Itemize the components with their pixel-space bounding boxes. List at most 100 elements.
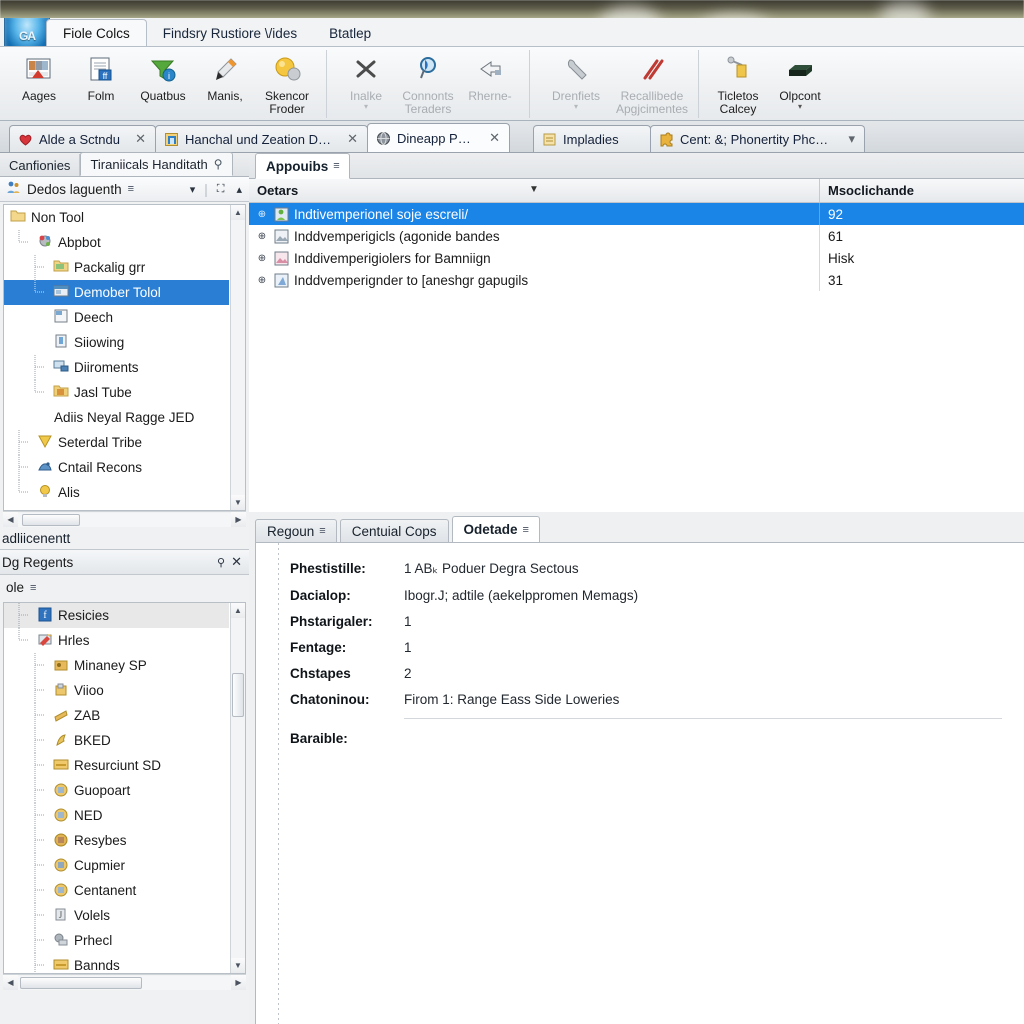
- table-row[interactable]: ⊕ Inddivemperigiolers for Bamniign Hisk: [249, 247, 1024, 269]
- sub-tree-item-bked[interactable]: BKED: [4, 728, 229, 753]
- tree-item-diiroments[interactable]: Diiroments: [4, 355, 229, 380]
- table-row[interactable]: ⊕ Inddvemperignder to [aneshgr gapugils …: [249, 269, 1024, 291]
- ribbon-tab-btatlep[interactable]: Btatlep: [313, 20, 387, 47]
- tree-item-siiowing[interactable]: Siiowing: [4, 330, 229, 355]
- scroll-right-arrow-icon[interactable]: ▶: [231, 975, 246, 990]
- chevron-down-icon[interactable]: ▾: [846, 131, 855, 147]
- column-header-msoclichande[interactable]: Msoclichande: [819, 179, 1024, 202]
- table-row[interactable]: ⊕ Inddvemperigicls (agonide bandes 61: [249, 225, 1024, 247]
- document-tab-cent-phonertity[interactable]: Cent: &; Phonertity Phcentun ▾: [650, 125, 865, 152]
- sub-tree-item-guopoart[interactable]: Guopoart: [4, 778, 229, 803]
- hamburger-icon[interactable]: ≡: [128, 183, 135, 195]
- close-icon[interactable]: ✕: [133, 131, 146, 147]
- sub-tree-item-hrles[interactable]: Hrles: [4, 628, 229, 653]
- scroll-down-arrow-icon[interactable]: ▼: [231, 958, 245, 973]
- ribbon-button-folm[interactable]: ff Folm: [70, 50, 132, 103]
- detail-tab-odetade[interactable]: Odetade ≡: [451, 516, 540, 542]
- sub-tree-item-centanent[interactable]: Centanent: [4, 878, 229, 903]
- ribbon-button-quatbus[interactable]: i Quatbus: [132, 50, 194, 103]
- document-tab-impladies[interactable]: Impladies: [533, 125, 651, 152]
- detail-tab-centuial-cops[interactable]: Centuial Cops: [339, 519, 449, 542]
- sub-tree-item-volels[interactable]: J Volels: [4, 903, 229, 928]
- ribbon-button-drenfiets[interactable]: Drenfiets ▾: [538, 50, 614, 111]
- ribbon-button-ticletos-calcey[interactable]: Ticletos Calcey: [707, 50, 769, 116]
- tree-item-jasl-tube[interactable]: Jasl Tube: [4, 380, 229, 405]
- chevron-down-icon[interactable]: ▾: [187, 183, 199, 196]
- sub-tree-item-viioo[interactable]: Viioo: [4, 678, 229, 703]
- sub-tree-vertical-scrollbar[interactable]: ▲ ▼: [230, 603, 245, 973]
- scroll-thumb[interactable]: [232, 673, 244, 717]
- ribbon-button-recallibede-apgjcimentes[interactable]: Recallibede Apgjcimentes: [614, 50, 690, 116]
- sub-tree-item-ned[interactable]: NED: [4, 803, 229, 828]
- sub-tree-horizontal-scrollbar[interactable]: ◀ ▶: [3, 974, 246, 990]
- scroll-track[interactable]: [18, 975, 231, 990]
- pin-icon[interactable]: ⚲: [214, 556, 228, 569]
- document-tab-alde-a-sctndu[interactable]: Alde a Sctndu ✕: [9, 125, 156, 152]
- tree-item-deech[interactable]: Deech: [4, 305, 229, 330]
- hamburger-icon[interactable]: ≡: [319, 525, 326, 537]
- detail-tab-regoun[interactable]: Regoun ≡: [255, 519, 337, 542]
- tree-vertical-scrollbar[interactable]: ▲ ▼: [230, 205, 245, 510]
- hamburger-icon[interactable]: ≡: [30, 582, 37, 594]
- expand-toggle-icon[interactable]: ⊕: [255, 251, 269, 265]
- chevron-up-icon[interactable]: ▴: [233, 183, 245, 196]
- left-panel-tab-canfionies[interactable]: Canfionies: [0, 154, 81, 176]
- table-row[interactable]: ⊕ Indtivemperionel soje escreli/ 92: [249, 203, 1024, 225]
- scroll-right-arrow-icon[interactable]: ▶: [231, 512, 246, 527]
- hamburger-icon[interactable]: ≡: [333, 160, 340, 172]
- scroll-thumb[interactable]: [22, 513, 80, 526]
- scroll-up-arrow-icon[interactable]: ▲: [231, 603, 245, 618]
- sort-caret-icon[interactable]: ▼: [249, 184, 819, 195]
- scroll-left-arrow-icon[interactable]: ◀: [3, 975, 18, 990]
- ribbon-button-olpcont[interactable]: Olpcont ▾: [769, 50, 831, 111]
- scroll-thumb[interactable]: [20, 976, 142, 989]
- tree-twig: [32, 305, 48, 330]
- tree-item-abpbot[interactable]: Abpbot: [4, 230, 229, 255]
- left-panel-tab-tiraniicals-handitath[interactable]: Tiraniicals Handitath ⚲: [80, 152, 233, 176]
- sub-tree-title: ole: [6, 580, 25, 595]
- tree-item-cntail-recons[interactable]: Cntail Recons: [4, 455, 229, 480]
- ribbon-button-connonts-teraders[interactable]: Connonts Teraders: [397, 50, 459, 116]
- scroll-track[interactable]: [18, 512, 231, 527]
- expand-toggle-icon[interactable]: ⊕: [255, 273, 269, 287]
- sub-tree-item-resicies[interactable]: f Resicies: [4, 603, 229, 628]
- tree-horizontal-scrollbar[interactable]: ◀ ▶: [3, 511, 246, 527]
- sub-tree-item-cupmier[interactable]: Cupmier: [4, 853, 229, 878]
- sub-tree-item-prhecl[interactable]: Prhecl: [4, 928, 229, 953]
- sub-tree-panel[interactable]: f Resicies Hrles Minaney SP Viioo ZAB BK…: [3, 602, 246, 974]
- ribbon-tab-file-colcs[interactable]: Fiole Colcs: [46, 19, 147, 48]
- column-header-oetars[interactable]: Oetars ▼: [249, 179, 819, 202]
- sub-tree-item-minaney-sp[interactable]: Minaney SP: [4, 653, 229, 678]
- expand-toggle-icon[interactable]: ⊕: [255, 229, 269, 243]
- hamburger-icon[interactable]: ≡: [523, 524, 530, 536]
- ribbon-button-aages[interactable]: Aages: [8, 50, 70, 103]
- tree-panel[interactable]: Non Tool Abpbot Packalig grr Demober Tol…: [3, 204, 246, 511]
- expand-icon[interactable]: ⛶: [214, 183, 228, 196]
- tree-item-seterdal-tribe[interactable]: Seterdal Tribe: [4, 430, 229, 455]
- tree-item-demober-tolol[interactable]: Demober Tolol: [4, 280, 229, 305]
- tree-item-non-tool[interactable]: Non Tool: [4, 205, 229, 230]
- close-icon[interactable]: ✕: [345, 131, 358, 147]
- pin-icon[interactable]: ⚲: [214, 157, 223, 171]
- ribbon-button-skencor-froder[interactable]: Skencor Froder: [256, 50, 318, 116]
- ribbon-button-rherne[interactable]: Rherne-: [459, 50, 521, 103]
- tree-item-adiis-neyal-ragge-jed[interactable]: Adiis Neyal Ragge JED: [4, 405, 229, 430]
- document-tab-dineapp-pans[interactable]: Dineapp Pans ✕: [367, 123, 510, 152]
- sub-tree-item-resybes[interactable]: Resybes: [4, 828, 229, 853]
- tree-item-packalig-grr[interactable]: Packalig grr: [4, 255, 229, 280]
- scroll-down-arrow-icon[interactable]: ▼: [231, 495, 245, 510]
- document-tab-hanchal-zeation-dfc[interactable]: Hanchal und Zeation DFC ✕: [155, 125, 368, 152]
- sub-tree-item-resurciunt-sd[interactable]: Resurciunt SD: [4, 753, 229, 778]
- tree-item-alis[interactable]: Alis: [4, 480, 229, 505]
- expand-toggle-icon[interactable]: ⊕: [255, 207, 269, 221]
- sub-tree-item-bannds[interactable]: Bannds: [4, 953, 229, 973]
- ribbon-tab-findsry[interactable]: Findsry Rustiore \/ides: [147, 20, 313, 47]
- close-icon[interactable]: ✕: [228, 554, 245, 570]
- sub-tree-item-zab[interactable]: ZAB: [4, 703, 229, 728]
- scroll-up-arrow-icon[interactable]: ▲: [231, 205, 245, 220]
- main-tab-appouibs[interactable]: Appouibs ≡: [255, 153, 350, 179]
- scroll-left-arrow-icon[interactable]: ◀: [3, 512, 18, 527]
- ribbon-button-manis[interactable]: Manis,: [194, 50, 256, 103]
- ribbon-button-inalke[interactable]: Inalke ▾: [335, 50, 397, 111]
- close-icon[interactable]: ✕: [487, 130, 500, 146]
